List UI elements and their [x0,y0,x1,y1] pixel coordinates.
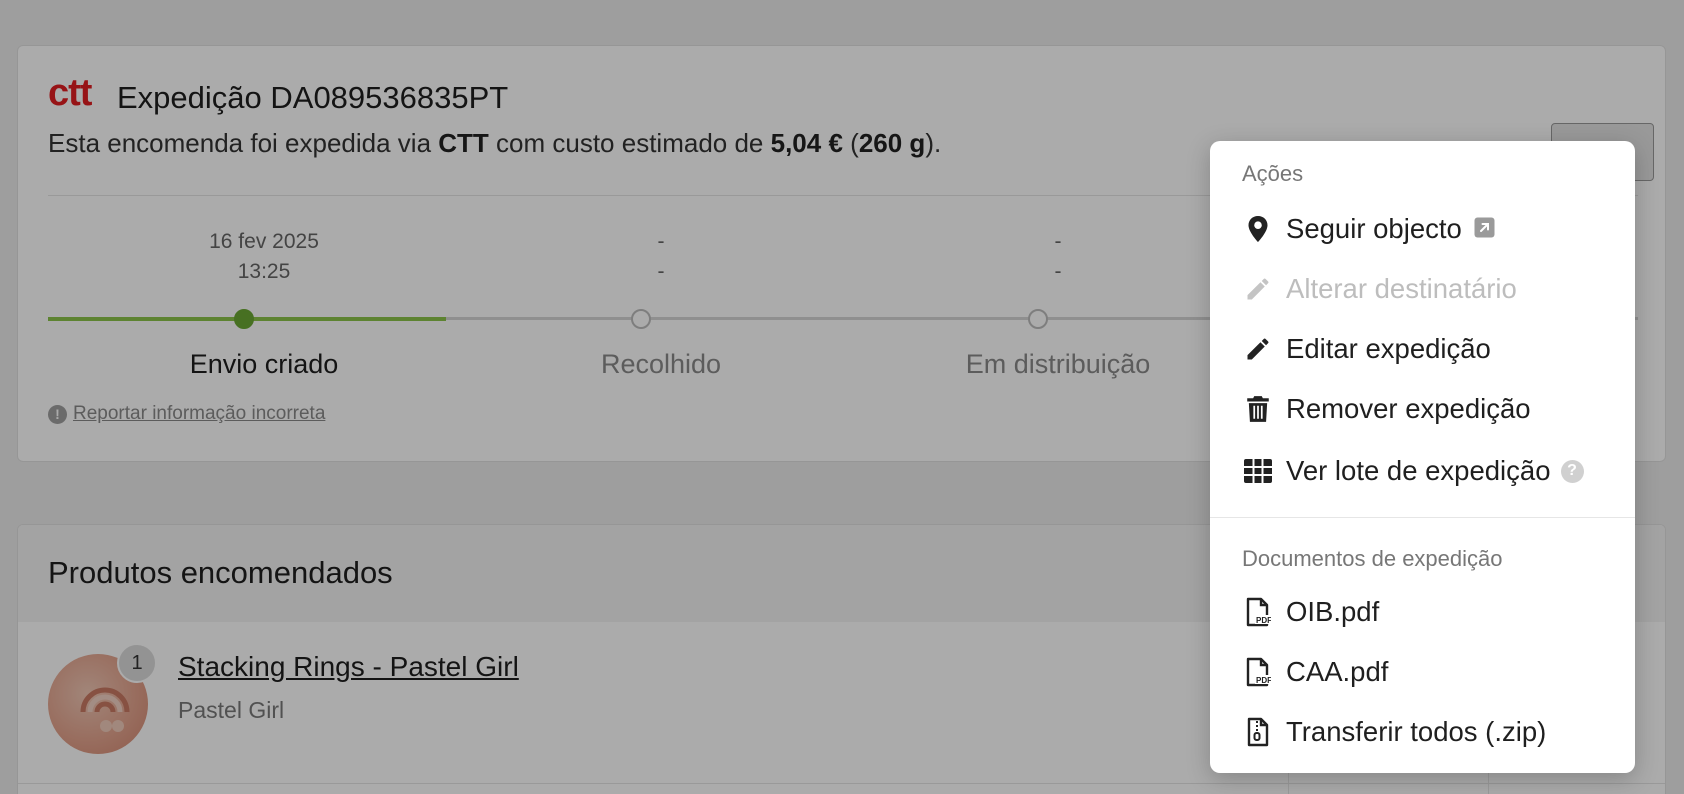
pencil-icon [1243,274,1273,304]
menu-item-view-shipment-batch[interactable]: Ver lote de expedição ? [1220,437,1620,505]
documents-heading: Documentos de expedição [1242,546,1503,571]
actions-heading: Ações [1242,161,1304,186]
zip-file-icon [1243,717,1273,747]
menu-item-download-all-zip[interactable]: Transferir todos (.zip) [1210,702,1635,762]
menu-item-oib-pdf[interactable]: PDF OIB.pdf [1210,582,1635,642]
pencil-icon [1243,334,1273,364]
menu-item-caa-pdf[interactable]: PDF CAA.pdf [1210,642,1635,702]
menu-divider [1210,517,1635,518]
trash-icon [1243,394,1273,424]
menu-item-follow-object[interactable]: Seguir objecto [1210,199,1635,259]
menu-item-edit-shipment[interactable]: Editar expedição [1210,319,1635,379]
actions-dropdown-menu: Ações Seguir objecto Alterar destinatári… [1210,141,1635,773]
external-link-icon [1474,213,1495,245]
map-pin-icon [1243,214,1273,244]
pdf-file-icon: PDF [1243,597,1273,627]
pdf-file-icon: PDF [1243,657,1273,687]
svg-text:PDF: PDF [1256,616,1271,625]
menu-item-change-recipient: Alterar destinatário [1210,259,1635,319]
table-icon [1243,456,1273,486]
menu-item-remove-shipment[interactable]: Remover expedição [1210,379,1635,439]
help-icon[interactable]: ? [1560,459,1584,483]
svg-text:PDF: PDF [1256,676,1271,685]
